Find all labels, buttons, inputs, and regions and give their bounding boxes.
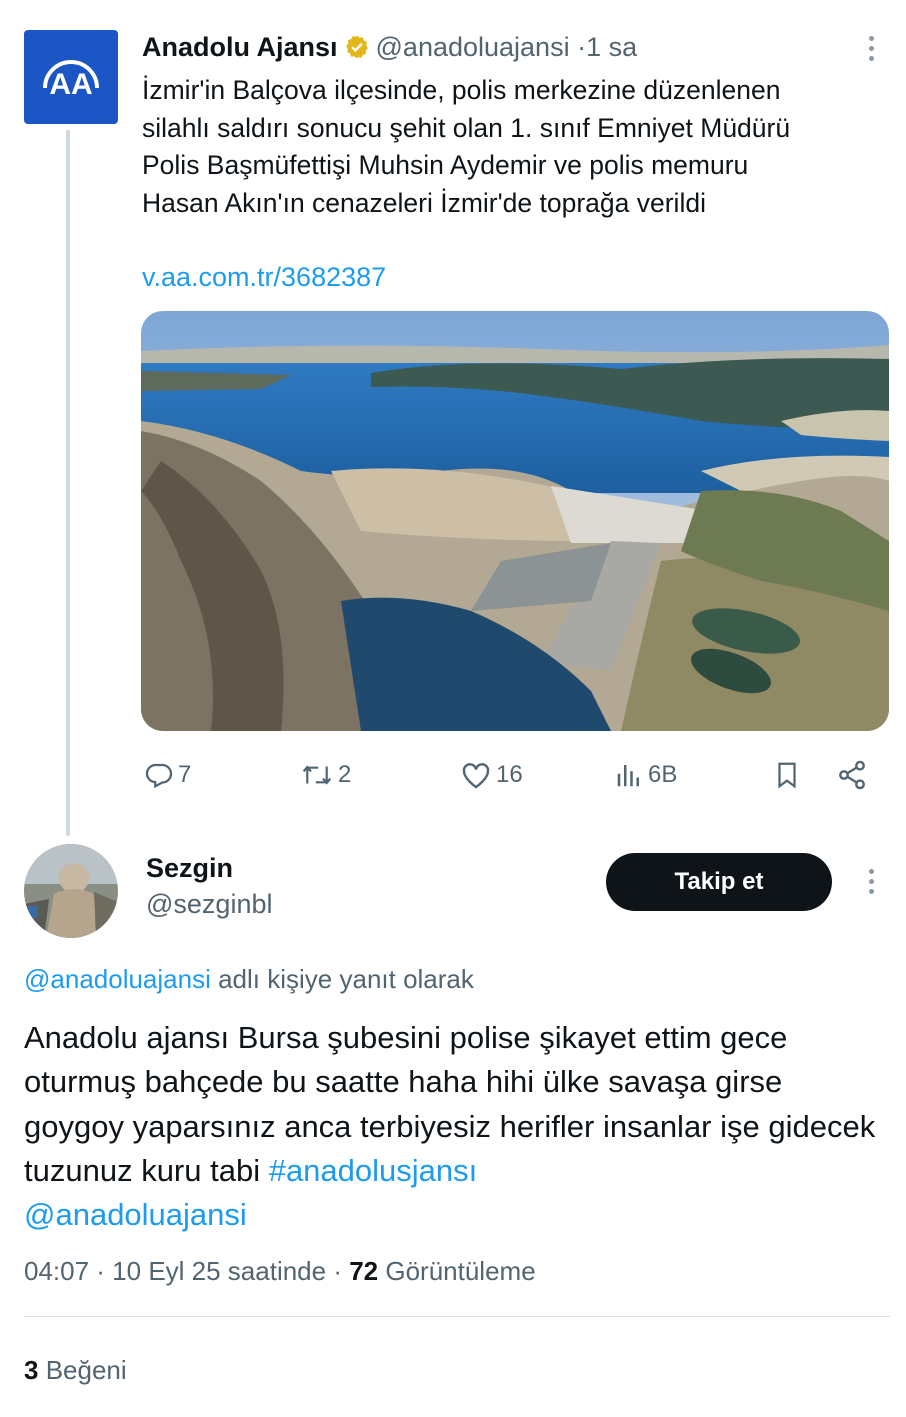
sezgin-avatar[interactable]	[24, 844, 118, 938]
divider	[24, 1316, 890, 1317]
aa-logo-text: AA	[49, 68, 92, 100]
tweet2-author-name[interactable]: Sezgin	[146, 853, 233, 884]
tweet1-text: İzmir'in Balçova ilçesinde, polis merkez…	[142, 72, 882, 222]
tweet2-more-icon[interactable]	[856, 861, 886, 901]
likes-label: Beğeni	[38, 1355, 127, 1385]
aa-logo-icon: AA	[43, 60, 99, 100]
retweet-icon	[302, 765, 332, 785]
tweet1-more-icon[interactable]	[856, 28, 886, 68]
tweet2-meta: 04:07 · 10 Eyl 25 saatinde · 72 Görüntül…	[24, 1254, 536, 1288]
like-button[interactable]: 16	[460, 752, 523, 798]
aa-avatar[interactable]: AA	[24, 30, 118, 124]
tweet1-author-name[interactable]: Anadolu Ajansı	[142, 32, 338, 62]
likes-count: 3	[24, 1355, 39, 1385]
views-icon	[617, 765, 639, 787]
bookmark-icon	[778, 762, 796, 789]
tweet1-author-handle[interactable]: @anadoluajansi	[376, 32, 570, 62]
tweet1-link[interactable]: v.aa.com.tr/3682387	[142, 259, 386, 295]
reply-context-text: adlı kişiye yanıt olarak	[210, 964, 474, 994]
retweet-count: 2	[338, 761, 352, 788]
reply-icon	[145, 763, 173, 789]
mention-link[interactable]: @anadoluajansi	[24, 1197, 247, 1232]
bookmark-button[interactable]	[772, 752, 802, 798]
tweet1-media-image[interactable]	[141, 311, 889, 731]
tweet2-author-handle[interactable]: @sezginbl	[146, 889, 272, 920]
follow-button[interactable]: Takip et	[606, 853, 832, 911]
tweet1-text-line: Polis Başmüfettişi Muhsin Aydemir ve pol…	[142, 150, 749, 180]
tweet1-separator: ·	[577, 32, 587, 62]
reply-context: @anadoluajansi adlı kişiye yanıt olarak	[24, 962, 474, 996]
like-icon	[462, 763, 490, 789]
verified-badge-icon	[345, 35, 368, 59]
views-button[interactable]: 6B	[614, 752, 677, 798]
reply-to-mention[interactable]: @anadoluajansi	[24, 964, 211, 994]
retweet-button[interactable]: 2	[300, 752, 351, 798]
reply-button[interactable]: 7	[144, 752, 191, 798]
views-label: Görüntüleme	[378, 1256, 536, 1286]
reply-count: 7	[178, 761, 192, 788]
likes-summary[interactable]: 3 Beğeni	[24, 1353, 127, 1387]
views-count: 6B	[648, 761, 678, 788]
like-count: 16	[496, 761, 523, 788]
tweet1-text-line: Hasan Akın'ın cenazeleri İzmir'de toprağ…	[142, 187, 706, 218]
tweet1-time[interactable]: 1 sa	[586, 32, 637, 62]
tweet2-timestamp[interactable]: 04:07 · 10 Eyl 25 saatinde ·	[24, 1256, 349, 1286]
share-button[interactable]	[836, 752, 868, 798]
thread-line	[66, 130, 70, 836]
tweet1-actions: 7 2 16 6B	[142, 752, 882, 798]
avatar-image	[24, 844, 118, 938]
dam-photo	[141, 311, 889, 731]
tweet1-text-line: İzmir'in Balçova ilçesinde, polis merkez…	[142, 75, 781, 105]
share-icon	[839, 760, 865, 790]
tweet2-text: Anadolu ajansı Bursa şubesini polise şik…	[24, 1016, 884, 1237]
tweet1-text-line: silahlı saldırı sonucu şehit olan 1. sın…	[142, 112, 791, 143]
views-total: 72	[349, 1256, 379, 1286]
tweet1-header: Anadolu Ajansı @anadoluajansi ·1 sa	[142, 30, 637, 64]
hashtag-link[interactable]: #anadolusjansı	[269, 1153, 478, 1188]
